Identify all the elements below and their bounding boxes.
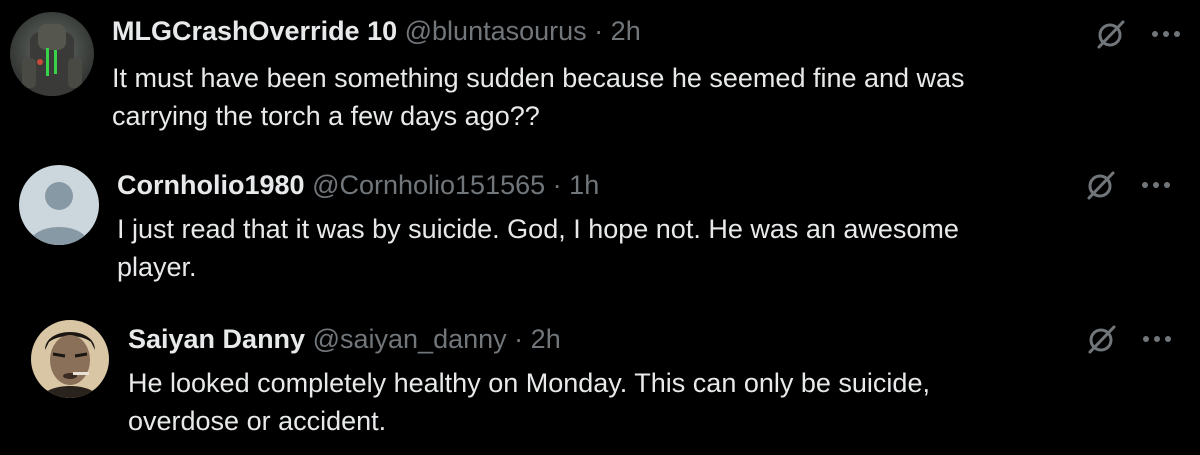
grok-slash-icon: [1088, 325, 1116, 354]
user-handle[interactable]: @saiyan_danny: [313, 324, 507, 354]
separator-dot: ·: [514, 324, 524, 354]
post-header: MLGCrashOverride 10 @bluntasourus · 2h: [112, 14, 641, 48]
reply-post[interactable]: Cornholio1980 @Cornholio151565 · 1h I ju…: [0, 155, 1200, 305]
timestamp[interactable]: 2h: [611, 16, 641, 46]
default-profile-avatar-icon: [19, 165, 99, 245]
more-options-button[interactable]: [1138, 167, 1174, 203]
reply-post[interactable]: Saiyan Danny @saiyan_danny · 2h He looke…: [0, 305, 1200, 455]
grok-slash-icon: [1097, 20, 1125, 49]
post-text: I just read that it was by suicide. God,…: [117, 210, 1157, 286]
avatar[interactable]: [19, 165, 99, 245]
post-text: He looked completely healthy on Monday. …: [128, 364, 1168, 440]
timestamp[interactable]: 1h: [569, 170, 599, 200]
separator-dot: ·: [552, 170, 562, 200]
display-name[interactable]: Cornholio1980: [117, 170, 305, 200]
post-text: It must have been something sudden becau…: [112, 59, 1152, 135]
post-text-line: carrying the torch a few days ago??: [112, 101, 540, 131]
post-text-line: player.: [117, 252, 197, 282]
grok-button[interactable]: [1083, 321, 1119, 357]
display-name[interactable]: MLGCrashOverride 10: [112, 16, 397, 46]
grok-slash-icon: [1087, 171, 1115, 200]
timestamp[interactable]: 2h: [531, 324, 561, 354]
armored-character-avatar-icon: [10, 12, 94, 96]
grok-button[interactable]: [1082, 167, 1118, 203]
sepia-portrait-avatar-icon: [31, 320, 109, 398]
more-options-button[interactable]: [1139, 321, 1175, 357]
more-options-icon: [1152, 31, 1180, 37]
more-options-icon: [1142, 182, 1170, 188]
reply-post[interactable]: MLGCrashOverride 10 @bluntasourus · 2h I…: [0, 0, 1200, 150]
separator-dot: ·: [594, 16, 604, 46]
post-text-line: He looked completely healthy on Monday. …: [128, 368, 930, 398]
post-text-line: It must have been something sudden becau…: [112, 63, 965, 93]
avatar[interactable]: [31, 320, 109, 398]
post-text-line: overdose or accident.: [128, 406, 387, 436]
post-text-line: I just read that it was by suicide. God,…: [117, 214, 959, 244]
user-handle[interactable]: @bluntasourus: [405, 16, 587, 46]
avatar[interactable]: [10, 12, 94, 96]
more-options-icon: [1143, 336, 1171, 342]
grok-button[interactable]: [1092, 16, 1128, 52]
user-handle[interactable]: @Cornholio151565: [312, 170, 545, 200]
more-options-button[interactable]: [1148, 16, 1184, 52]
post-header: Cornholio1980 @Cornholio151565 · 1h: [117, 168, 599, 202]
display-name[interactable]: Saiyan Danny: [128, 324, 305, 354]
post-header: Saiyan Danny @saiyan_danny · 2h: [128, 322, 561, 356]
